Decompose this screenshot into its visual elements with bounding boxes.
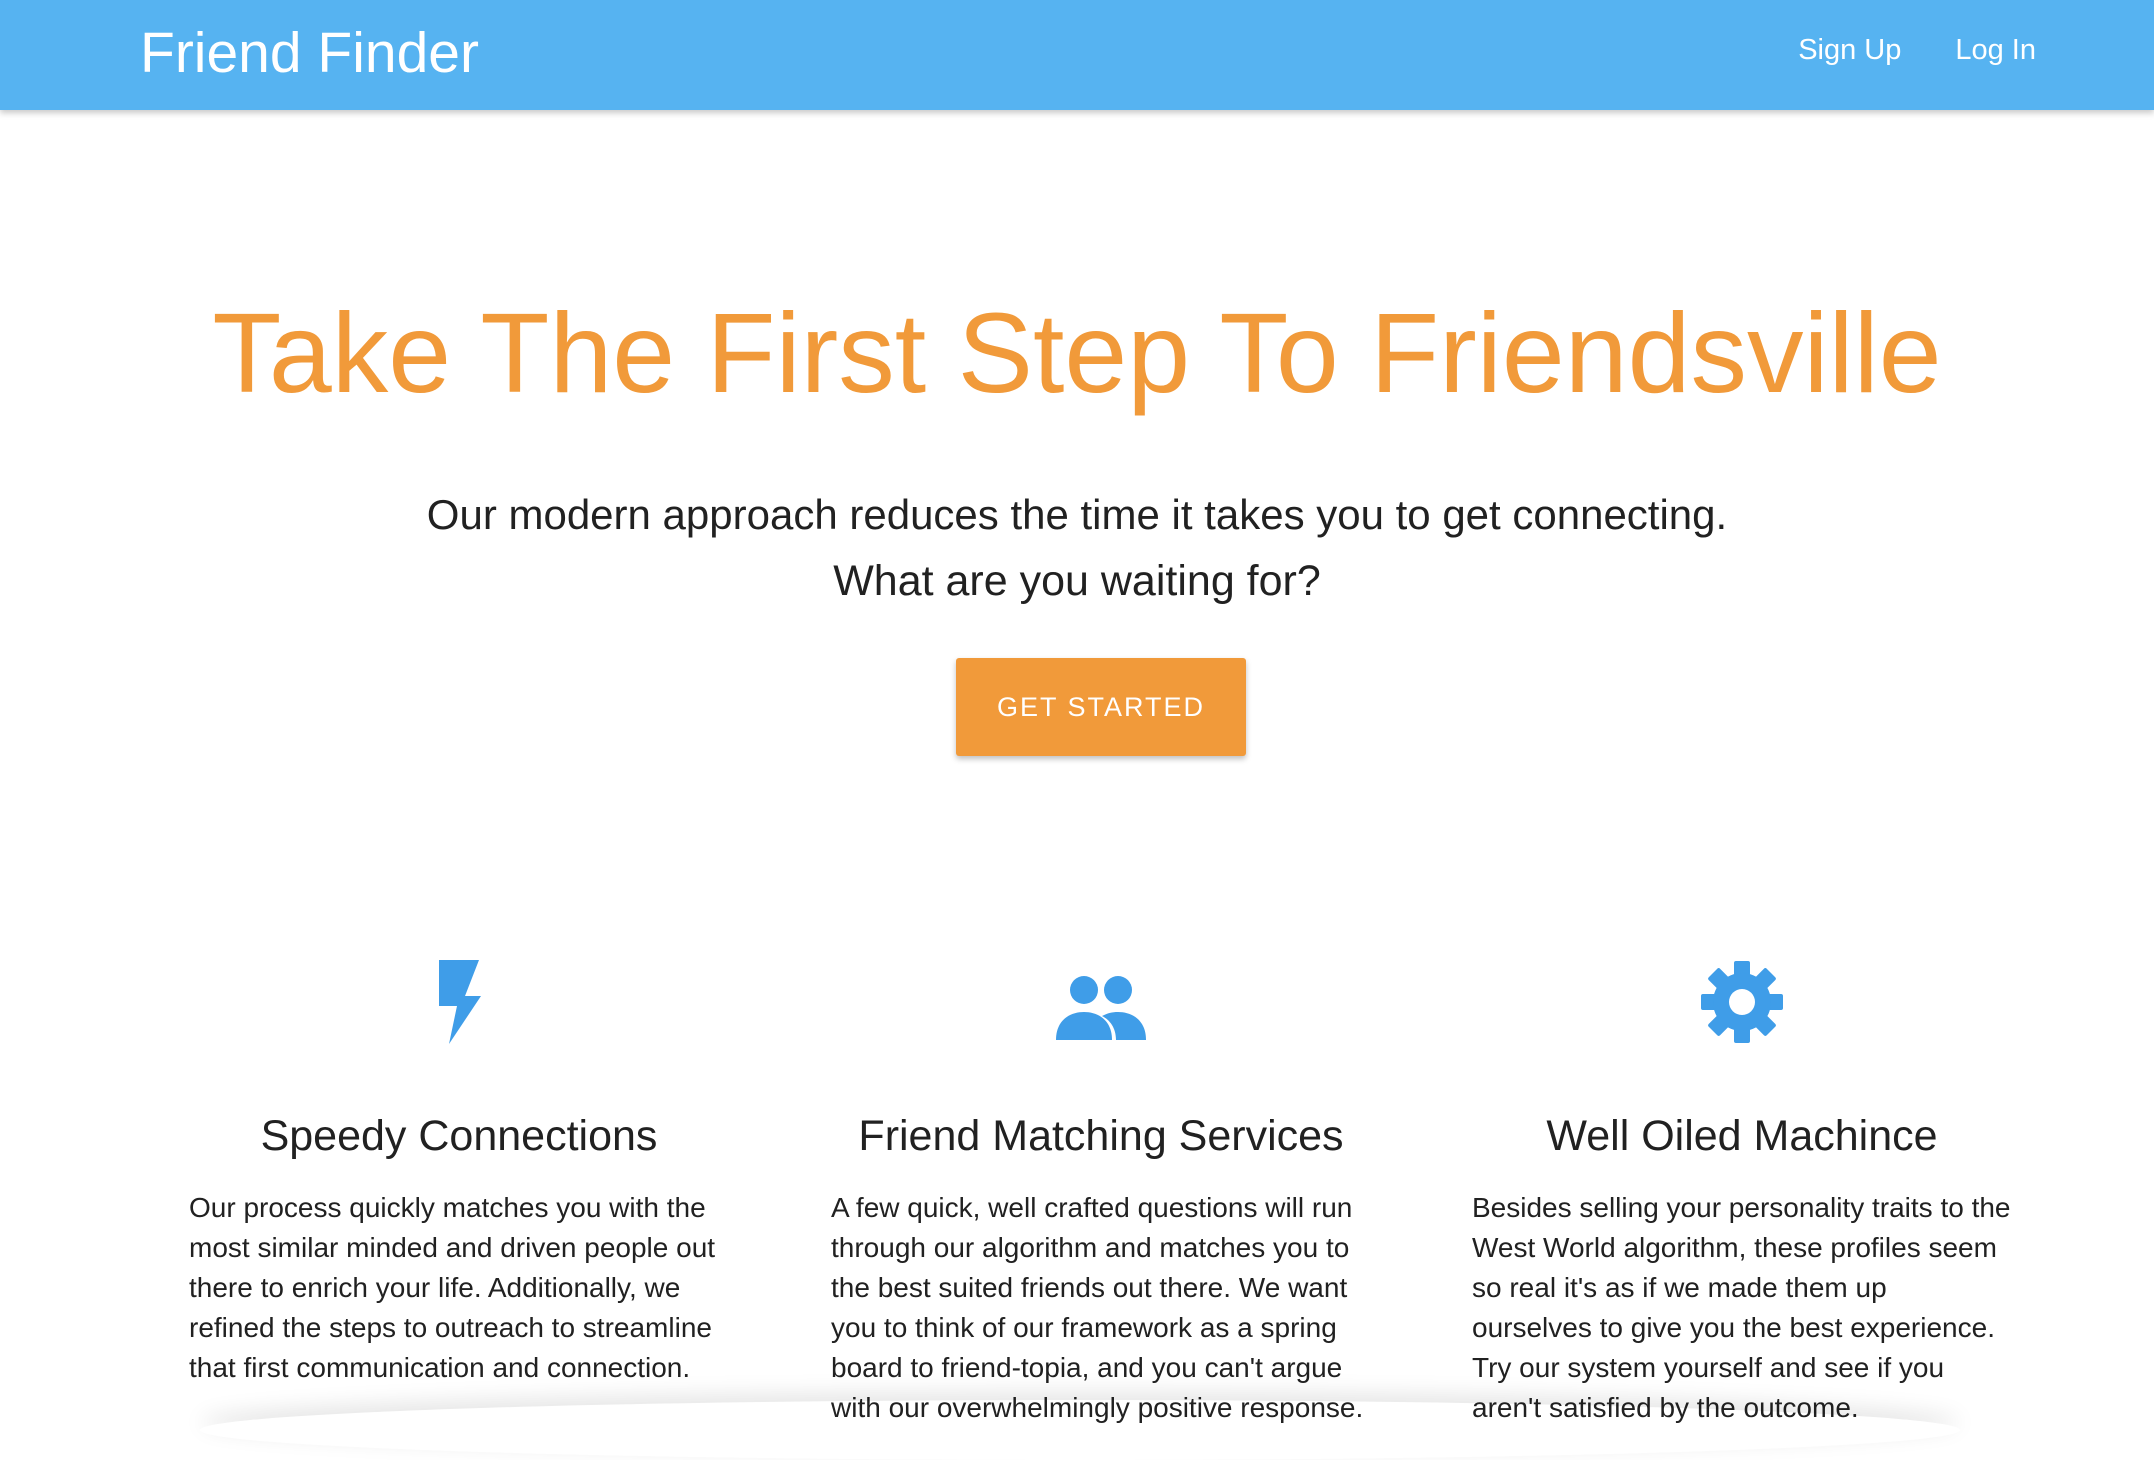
people-icon <box>831 960 1371 1050</box>
feature-text: Besides selling your personality traits … <box>1472 1192 2011 1423</box>
top-navbar: Friend Finder Sign Up Log In <box>0 0 2154 110</box>
feature-title: Friend Matching Services <box>858 1112 1344 1160</box>
brand-logo[interactable]: Friend Finder <box>140 20 479 86</box>
feature-title: Speedy Connections <box>260 1112 658 1160</box>
sign-up-link[interactable]: Sign Up <box>1798 30 1901 70</box>
log-in-link[interactable]: Log In <box>1955 30 2036 70</box>
nav-links: Sign Up Log In <box>1798 30 2036 70</box>
hero-question: What are you waiting for? <box>833 557 1321 605</box>
hero-title: Take The First Step To Friendsville <box>212 290 1942 416</box>
feature-text: A few quick, well crafted questions will… <box>831 1192 1364 1423</box>
feature-text: Our process quickly matches you with the… <box>189 1192 716 1383</box>
hero-subtitle: Our modern approach reduces the time it … <box>426 491 1728 538</box>
gear-icon <box>1472 960 2012 1050</box>
feature-title: Well Oiled Machince <box>1546 1112 1938 1160</box>
lightning-bolt-icon <box>189 960 729 1050</box>
get-started-button[interactable]: GET STARTED <box>956 658 1246 756</box>
